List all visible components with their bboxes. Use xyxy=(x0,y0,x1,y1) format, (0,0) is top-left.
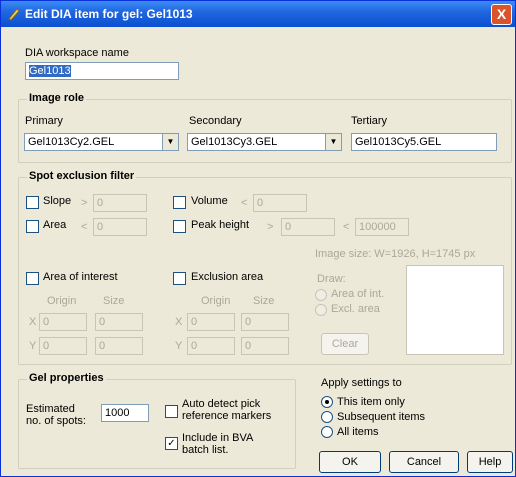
excl-y-label: Y xyxy=(175,340,183,352)
excl-origin-label: Origin xyxy=(201,295,231,307)
peak-height-operator-2: < xyxy=(343,221,350,233)
aoi-size-x-input[interactable]: 0 xyxy=(95,313,143,331)
apply-subsequent-label: Subsequent items xyxy=(337,411,426,423)
volume-operator: < xyxy=(241,197,248,209)
bva-label-2: batch list. xyxy=(182,444,229,456)
aoi-origin-label: Origin xyxy=(47,295,77,307)
peak-height-operator: > xyxy=(267,221,274,233)
excl-origin-y-input[interactable]: 0 xyxy=(187,337,235,355)
window-title: Edit DIA item for gel: Gel1013 xyxy=(25,7,193,21)
ok-button[interactable]: OK xyxy=(319,451,381,473)
draw-excl-radio[interactable] xyxy=(315,304,327,316)
spot-exclusion-title: Spot exclusion filter xyxy=(27,170,137,182)
auto-detect-checkbox[interactable] xyxy=(165,405,178,418)
auto-detect-label-2: reference markers xyxy=(182,410,272,422)
chevron-down-icon[interactable]: ▼ xyxy=(325,134,341,150)
slope-checkbox[interactable] xyxy=(26,196,39,209)
close-button[interactable]: X xyxy=(491,4,512,25)
aoi-origin-x-input[interactable]: 0 xyxy=(39,313,87,331)
tertiary-input[interactable]: Gel1013Cy5.GEL xyxy=(351,133,497,151)
excl-x-label: X xyxy=(175,316,183,328)
slope-operator: > xyxy=(81,197,88,209)
aoi-y-label: Y xyxy=(29,340,37,352)
image-role-group: Image role xyxy=(18,92,512,163)
area-of-interest-label: Area of interest xyxy=(43,271,118,283)
draw-label: Draw: xyxy=(317,273,346,285)
app-icon xyxy=(8,8,20,21)
aoi-x-label: X xyxy=(29,316,37,328)
image-role-title: Image role xyxy=(27,92,87,104)
area-operator: < xyxy=(81,221,88,233)
gel-properties-title: Gel properties xyxy=(27,372,106,384)
slope-input[interactable]: 0 xyxy=(93,194,147,212)
apply-all-radio[interactable] xyxy=(321,426,333,438)
peak-height-label: Peak height xyxy=(191,219,250,231)
apply-subsequent-radio[interactable] xyxy=(321,411,333,423)
estimated-spots-label-1: Estimated xyxy=(26,403,75,415)
image-preview[interactable] xyxy=(406,265,504,355)
bva-label-1: Include in BVA xyxy=(182,432,254,444)
excl-size-x-input[interactable]: 0 xyxy=(241,313,289,331)
help-button[interactable]: Help xyxy=(467,451,513,473)
apply-settings-label: Apply settings to xyxy=(321,377,402,389)
aoi-origin-y-input[interactable]: 0 xyxy=(39,337,87,355)
bva-checkbox[interactable]: ✓ xyxy=(165,437,178,450)
auto-detect-label-1: Auto detect pick xyxy=(182,398,261,410)
secondary-select[interactable]: Gel1013Cy3.GEL ▼ xyxy=(187,133,342,151)
draw-aoi-radio[interactable] xyxy=(315,289,327,301)
apply-all-label: All items xyxy=(337,426,379,438)
volume-checkbox[interactable] xyxy=(173,196,186,209)
image-size-text: Image size: W=1926, H=1745 px xyxy=(315,248,476,260)
workspace-name-label: DIA workspace name xyxy=(25,47,129,59)
dialog-window: Edit DIA item for gel: Gel1013 X DIA wor… xyxy=(0,0,516,477)
volume-label: Volume xyxy=(191,195,228,207)
area-checkbox[interactable] xyxy=(26,220,39,233)
slope-label: Slope xyxy=(43,195,72,207)
draw-excl-label: Excl. area xyxy=(331,303,380,315)
check-icon: ✓ xyxy=(167,438,176,449)
primary-label: Primary xyxy=(25,115,63,127)
estimated-spots-input[interactable]: 1000 xyxy=(101,404,149,422)
apply-this-item-label: This item only xyxy=(337,396,405,408)
primary-select[interactable]: Gel1013Cy2.GEL ▼ xyxy=(24,133,179,151)
aoi-size-label: Size xyxy=(103,295,125,307)
area-label: Area xyxy=(43,219,67,231)
area-input[interactable]: 0 xyxy=(93,218,147,236)
draw-aoi-label: Area of int. xyxy=(331,288,385,300)
tertiary-label: Tertiary xyxy=(351,115,388,127)
aoi-size-y-input[interactable]: 0 xyxy=(95,337,143,355)
excl-size-label: Size xyxy=(253,295,275,307)
chevron-down-icon[interactable]: ▼ xyxy=(162,134,178,150)
clear-button[interactable]: Clear xyxy=(321,333,369,355)
apply-this-item-radio[interactable] xyxy=(321,396,333,408)
exclusion-area-label: Exclusion area xyxy=(191,271,264,283)
volume-input[interactable]: 0 xyxy=(253,194,307,212)
peak-height-checkbox[interactable] xyxy=(173,220,186,233)
exclusion-area-checkbox[interactable] xyxy=(173,272,186,285)
secondary-label: Secondary xyxy=(189,115,242,127)
workspace-name-input[interactable]: Gel1013 xyxy=(25,62,179,80)
close-icon[interactable]: X xyxy=(497,6,506,22)
title-bar[interactable]: Edit DIA item for gel: Gel1013 X xyxy=(1,1,515,27)
area-of-interest-checkbox[interactable] xyxy=(26,272,39,285)
excl-origin-x-input[interactable]: 0 xyxy=(187,313,235,331)
estimated-spots-label-2: no. of spots: xyxy=(26,415,86,427)
peak-height-min-input[interactable]: 0 xyxy=(281,218,335,236)
cancel-button[interactable]: Cancel xyxy=(389,451,459,473)
peak-height-max-input[interactable]: 100000 xyxy=(355,218,409,236)
excl-size-y-input[interactable]: 0 xyxy=(241,337,289,355)
